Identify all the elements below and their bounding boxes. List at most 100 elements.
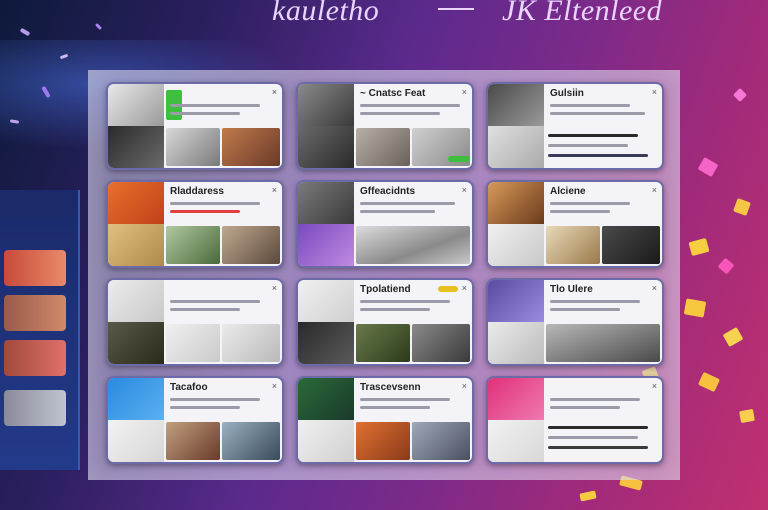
close-icon[interactable]: ×: [462, 283, 467, 293]
confetti-piece: [688, 237, 710, 257]
card-text-line: [548, 426, 648, 429]
card[interactable]: ×: [486, 376, 664, 464]
card[interactable]: Alciene ×: [486, 180, 664, 268]
close-icon[interactable]: ×: [272, 381, 277, 391]
card-thumbnail: [108, 322, 164, 364]
confetti-piece: [579, 490, 597, 502]
card-thumbnail: [298, 420, 354, 462]
card-text-line: [170, 308, 240, 311]
card-thumbnail: [488, 322, 544, 364]
card-thumbnail: [488, 182, 544, 224]
close-icon[interactable]: ×: [272, 283, 277, 293]
card-text-line: [548, 144, 628, 147]
card-text-line: [550, 300, 640, 303]
card[interactable]: Trascevsenn ×: [296, 376, 474, 464]
close-icon[interactable]: ×: [272, 87, 277, 97]
card-image: [166, 324, 220, 362]
card-image: [356, 226, 470, 264]
monitor-tile: [4, 390, 66, 426]
card-text-line: [548, 154, 648, 157]
card[interactable]: Tlo Ulere ×: [486, 278, 664, 366]
card-image: [222, 226, 280, 264]
card[interactable]: ×: [106, 278, 284, 366]
card-text-line: [550, 112, 645, 115]
card-image: [356, 422, 410, 460]
confetti-piece: [717, 257, 735, 275]
card-title: Tacafoo: [170, 382, 208, 393]
card-thumbnail: [488, 84, 544, 126]
confetti-piece: [732, 87, 748, 103]
card-thumbnail: [298, 280, 354, 322]
card-title: Tlo Ulere: [550, 284, 593, 295]
card[interactable]: Gffeacidnts ×: [296, 180, 474, 268]
card-text-line: [548, 436, 638, 439]
card-thumbnail: [298, 378, 354, 420]
card-title: Alciene: [550, 186, 586, 197]
close-icon[interactable]: ×: [272, 185, 277, 195]
card-image: [166, 128, 220, 166]
card-thumbnail: [298, 224, 354, 266]
card-text-line: [360, 210, 435, 213]
card-image: [356, 324, 410, 362]
confetti-piece: [697, 156, 719, 178]
close-icon[interactable]: ×: [652, 87, 657, 97]
card-thumbnail: [488, 378, 544, 420]
card-thumbnail: [108, 126, 164, 168]
confetti-piece: [94, 22, 103, 31]
card-grid-board: × ~ Cnatsc Feat × Gulsiin × Rladdaress ×: [88, 70, 680, 480]
card-image: [546, 324, 660, 362]
card-text-line: [360, 202, 455, 205]
card-thumbnail: [488, 224, 544, 266]
card[interactable]: Tpolatiend ×: [296, 278, 474, 366]
card[interactable]: Gulsiin ×: [486, 82, 664, 170]
card[interactable]: Rladdaress ×: [106, 180, 284, 268]
card-text-line: [170, 210, 240, 213]
card-text-line: [360, 398, 450, 401]
card-title: Rladdaress: [170, 186, 224, 197]
confetti-piece: [733, 198, 751, 216]
card-text-line: [360, 308, 430, 311]
card-accent: [438, 286, 458, 292]
card-thumbnail: [298, 322, 354, 364]
card-text-line: [550, 210, 610, 213]
card-thumbnail: [298, 182, 354, 224]
card-thumbnail: [108, 378, 164, 420]
card-text-line: [360, 104, 460, 107]
monitor-tile: [4, 340, 66, 376]
card-thumbnail: [488, 280, 544, 322]
confetti-piece: [722, 326, 744, 348]
card-image: [166, 226, 220, 264]
card-thumbnail: [108, 280, 164, 322]
card-text-line: [550, 104, 630, 107]
close-icon[interactable]: ×: [652, 283, 657, 293]
card-text-line: [360, 112, 440, 115]
close-icon[interactable]: ×: [462, 87, 467, 97]
header-right-text: JK Eltenleed: [502, 0, 663, 27]
card-image: [412, 422, 470, 460]
card-text-line: [548, 446, 648, 449]
card-text-line: [170, 300, 260, 303]
confetti-piece: [739, 408, 755, 424]
card-thumbnail: [298, 126, 354, 168]
card[interactable]: Tacafoo ×: [106, 376, 284, 464]
card[interactable]: ×: [106, 82, 284, 170]
card-text-line: [550, 308, 620, 311]
card-text-line: [170, 398, 260, 401]
card-thumbnail: [108, 224, 164, 266]
card-thumbnail: [108, 84, 164, 126]
card-title: Trascevsenn: [360, 382, 421, 393]
close-icon[interactable]: ×: [652, 381, 657, 391]
card-image: [602, 226, 660, 264]
card-thumbnail: [298, 84, 354, 126]
card-thumbnail: [488, 420, 544, 462]
card-image: [412, 324, 470, 362]
close-icon[interactable]: ×: [462, 185, 467, 195]
card[interactable]: ~ Cnatsc Feat ×: [296, 82, 474, 170]
close-icon[interactable]: ×: [652, 185, 657, 195]
close-icon[interactable]: ×: [462, 381, 467, 391]
card-text-line: [170, 406, 240, 409]
card-thumbnail: [488, 126, 544, 168]
monitor-tile: [4, 250, 66, 286]
confetti-piece: [19, 27, 31, 37]
card-thumbnail: [108, 420, 164, 462]
